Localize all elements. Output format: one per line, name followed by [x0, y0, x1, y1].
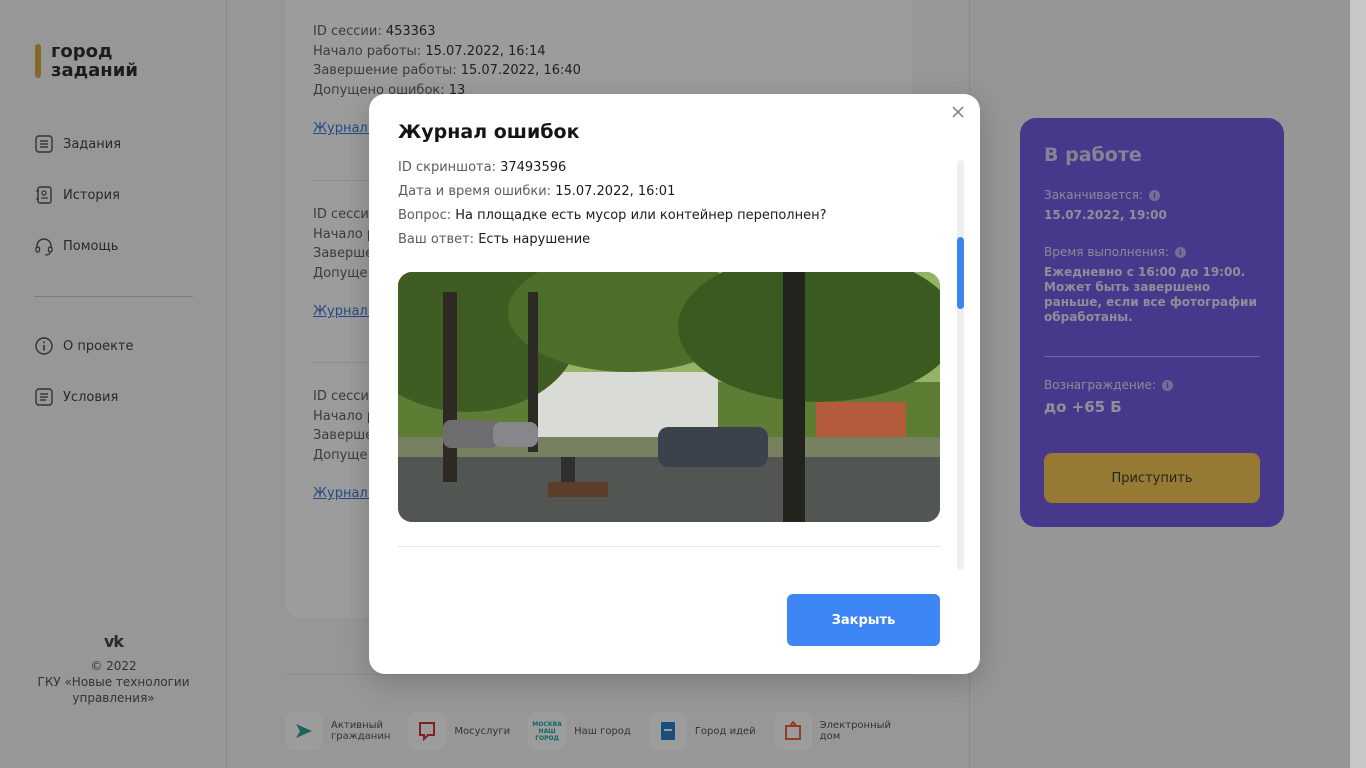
error-datetime-label: Дата и время ошибки: — [398, 184, 552, 199]
modal-details: ID скриншота: 37493596 Дата и время ошиб… — [398, 156, 940, 252]
error-log-modal: Журнал ошибок ID скриншота: 37493596 Дат… — [369, 94, 980, 674]
answer-label: Ваш ответ: — [398, 232, 475, 247]
modal-scrollbar-thumb[interactable] — [957, 237, 964, 309]
answer-value: Есть нарушение — [478, 232, 591, 247]
modal-scrollbar[interactable] — [957, 160, 964, 570]
close-icon[interactable] — [950, 104, 966, 120]
close-button[interactable]: Закрыть — [787, 594, 940, 646]
page-scrollbar[interactable] — [1350, 0, 1366, 768]
question-label: Вопрос: — [398, 208, 452, 223]
screenshot-id-value: 37493596 — [500, 160, 567, 175]
question-value: На площадке есть мусор или контейнер пер… — [455, 208, 827, 223]
modal-divider — [398, 546, 940, 547]
error-datetime-value: 15.07.2022, 16:01 — [555, 184, 676, 199]
error-screenshot-image — [398, 272, 940, 522]
modal-title: Журнал ошибок — [398, 121, 580, 143]
screenshot-id-label: ID скриншота: — [398, 160, 496, 175]
